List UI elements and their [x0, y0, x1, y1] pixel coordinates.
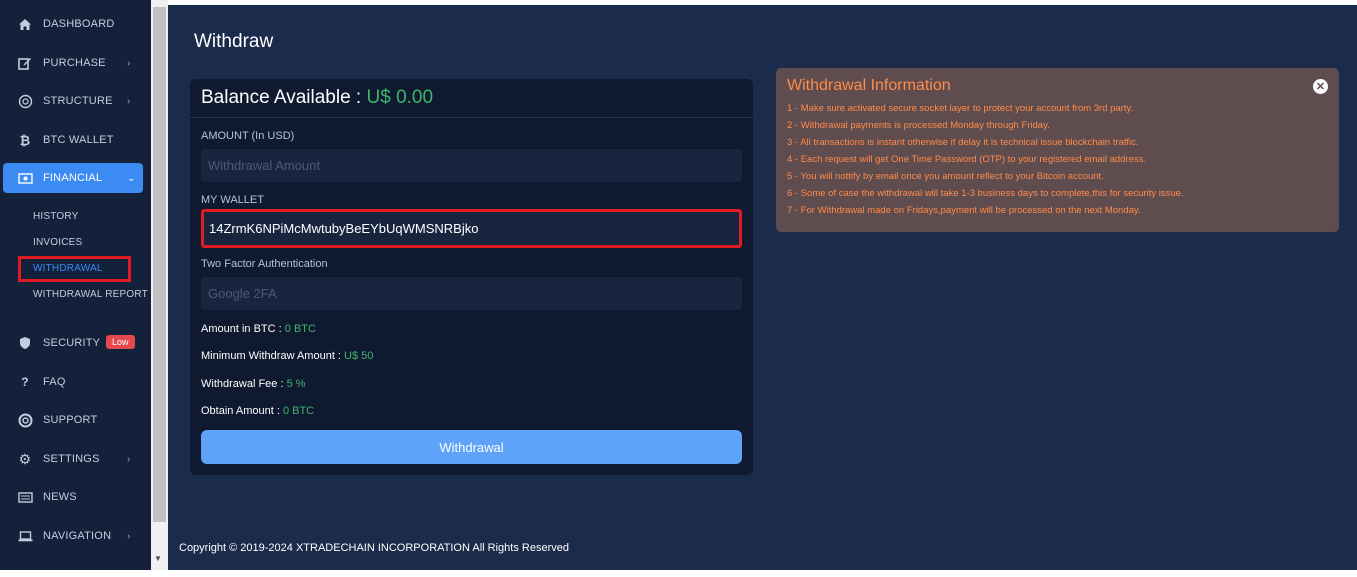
- bitcoin-icon: ₿: [19, 132, 31, 148]
- edit-icon: [17, 55, 33, 71]
- balance-available: Balance Available : U$ 0.00: [201, 87, 433, 109]
- sub-invoices[interactable]: INVOICES: [33, 237, 82, 248]
- page-title: Withdraw: [194, 31, 274, 52]
- nav-dashboard[interactable]: DASHBOARD: [0, 9, 151, 39]
- info-item: 7 - For Withdrawal made on Fridays,payme…: [787, 205, 1141, 216]
- nav-news-label: NEWS: [43, 491, 77, 503]
- nav-navigation-label: NAVIGATION: [43, 530, 112, 542]
- twofa-label: Two Factor Authentication: [201, 258, 328, 270]
- sub-history[interactable]: HISTORY: [33, 211, 79, 222]
- obtain-value: 0 BTC: [282, 405, 315, 417]
- nav-dashboard-label: DASHBOARD: [43, 18, 115, 30]
- scroll-down-arrow-icon[interactable]: ▼: [154, 554, 162, 563]
- nav-settings-label: SETTINGS: [43, 453, 100, 465]
- nav-news[interactable]: NEWS: [0, 482, 151, 512]
- amount-input[interactable]: Withdrawal Amount: [201, 149, 742, 182]
- laptop-icon: [17, 528, 33, 544]
- min-withdraw-row: Minimum Withdraw Amount : U$ 50: [201, 350, 373, 362]
- nav-settings[interactable]: ⚙ SETTINGS ›: [0, 444, 151, 474]
- nav-support-label: SUPPORT: [43, 414, 98, 426]
- fee-value: 5 %: [286, 378, 306, 390]
- min-withdraw-label: Minimum Withdraw Amount :: [201, 350, 341, 362]
- obtain-label: Obtain Amount :: [201, 405, 280, 417]
- min-withdraw-value: U$ 50: [344, 350, 374, 362]
- shield-icon: [17, 335, 33, 351]
- lifebuoy-icon: [17, 412, 33, 428]
- security-status-badge: Low: [106, 335, 135, 349]
- nav-support[interactable]: SUPPORT: [0, 405, 151, 435]
- wallet-label: MY WALLET: [201, 194, 264, 206]
- info-title: Withdrawal Information: [787, 77, 951, 94]
- nav-btc-wallet-label: BTC WALLET: [43, 134, 114, 146]
- chevron-right-icon: ›: [127, 57, 131, 69]
- question-icon: ?: [21, 375, 29, 389]
- nav-security-label: SECURITY: [43, 337, 101, 349]
- nav-faq[interactable]: ? FAQ: [0, 367, 151, 397]
- twofa-input[interactable]: Google 2FA: [201, 277, 742, 310]
- amount-btc-value: 0 BTC: [284, 323, 316, 335]
- nav-structure[interactable]: STRUCTURE ›: [0, 86, 151, 116]
- chevron-right-icon: ›: [127, 530, 131, 542]
- balance-label: Balance Available :: [201, 87, 362, 108]
- amount-btc-row: Amount in BTC : 0 BTC: [201, 323, 316, 335]
- gear-icon: ⚙: [18, 450, 32, 467]
- sub-withdrawal-report[interactable]: WITHDRAWAL REPORT: [33, 289, 148, 300]
- nav-faq-label: FAQ: [43, 376, 66, 388]
- info-item: 1 - Make sure activated secure socket la…: [787, 103, 1134, 114]
- amount-btc-label: Amount in BTC :: [201, 323, 282, 335]
- nav-purchase-label: PURCHASE: [43, 57, 106, 69]
- structure-icon: [17, 93, 33, 109]
- info-item: 2 - Withdrawal payments is processed Mon…: [787, 120, 1050, 131]
- info-item: 4 - Each request will get One Time Passw…: [787, 154, 1147, 165]
- nav-financial[interactable]: FINANCIAL ⌄: [3, 163, 143, 193]
- nav-financial-label: FINANCIAL: [43, 172, 103, 184]
- nav-navigation[interactable]: NAVIGATION ›: [0, 521, 151, 551]
- money-icon: [17, 170, 33, 186]
- nav-purchase[interactable]: PURCHASE ›: [0, 48, 151, 78]
- withdrawal-highlight-box: [18, 256, 131, 282]
- chevron-down-icon: ⌄: [127, 172, 136, 184]
- close-icon[interactable]: ✕: [1313, 79, 1328, 94]
- balance-value: U$ 0.00: [366, 87, 434, 108]
- withdrawal-button[interactable]: Withdrawal: [201, 430, 742, 464]
- chevron-right-icon: ›: [127, 453, 131, 465]
- newspaper-icon: [17, 489, 33, 505]
- info-item: 6 - Some of case the withdrawal will tak…: [787, 188, 1184, 199]
- info-item: 3 - All transactions is instant otherwis…: [787, 137, 1139, 148]
- chevron-right-icon: ›: [127, 95, 131, 107]
- sidebar: DASHBOARD PURCHASE › STRUCTURE › ₿ BTC W…: [0, 0, 151, 570]
- obtain-row: Obtain Amount : 0 BTC: [201, 405, 314, 417]
- wallet-input[interactable]: 14ZrmK6NPiMcMwtubyBeEYbUqWMSNRBjko: [201, 209, 742, 248]
- info-item: 5 - You will nottify by email once you a…: [787, 171, 1104, 182]
- nav-btc-wallet[interactable]: ₿ BTC WALLET: [0, 125, 151, 155]
- footer-copyright: Copyright © 2019-2024 XTRADECHAIN INCORP…: [179, 542, 569, 554]
- scrollbar-thumb[interactable]: [153, 7, 166, 522]
- fee-row: Withdrawal Fee : 5 %: [201, 378, 306, 390]
- card-divider: [190, 117, 753, 118]
- home-icon: [17, 16, 33, 32]
- fee-label: Withdrawal Fee :: [201, 378, 284, 390]
- amount-label: AMOUNT (In USD): [201, 130, 295, 142]
- nav-structure-label: STRUCTURE: [43, 95, 113, 107]
